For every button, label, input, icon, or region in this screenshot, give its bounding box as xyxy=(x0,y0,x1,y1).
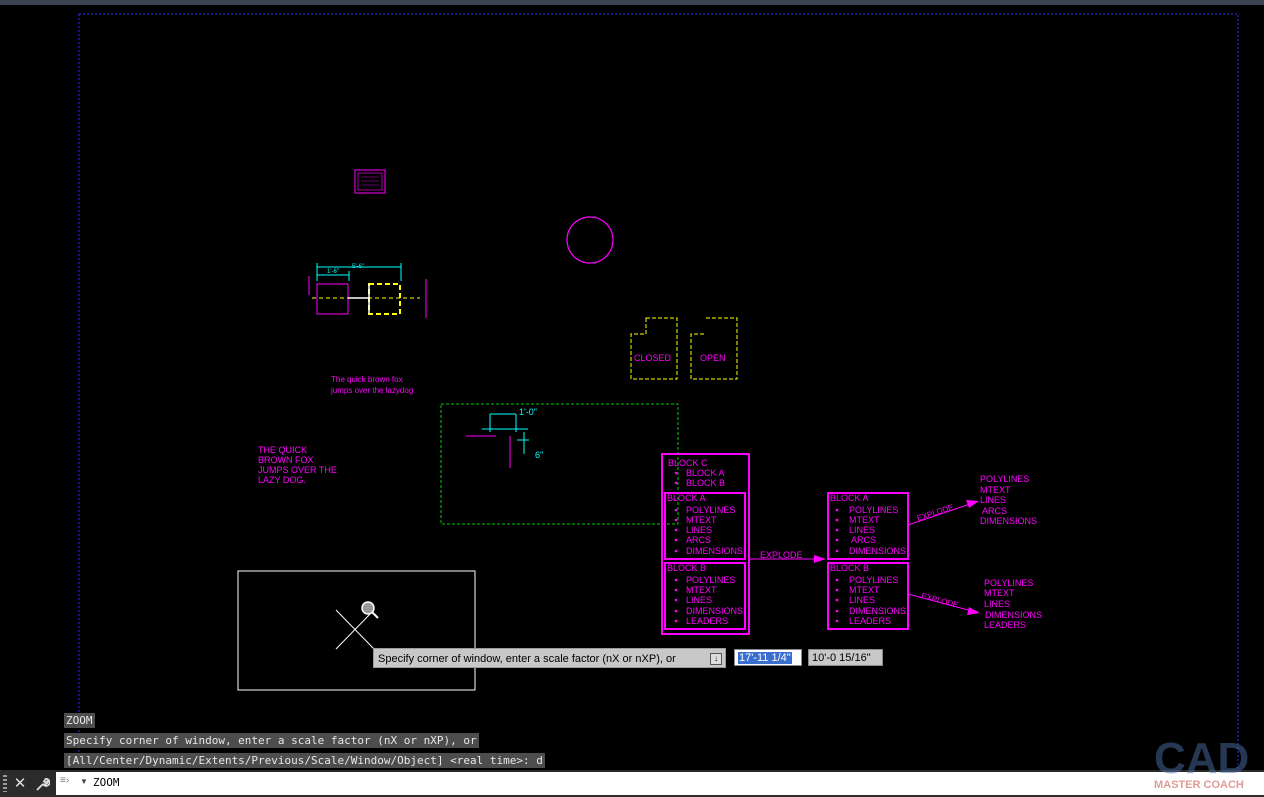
result-a-item: LINES xyxy=(980,495,1006,505)
command-history-line: ZOOM xyxy=(64,713,95,728)
block-a-item: MTEXT xyxy=(686,515,717,525)
zoom-window-rectangle xyxy=(237,570,476,691)
result-b-item: MTEXT xyxy=(984,588,1015,598)
logo-line-1: CAD xyxy=(1154,734,1249,783)
fox-text-line-2: jumps over the lazydog xyxy=(330,386,413,395)
closed-open-shapes: CLOSED OPEN xyxy=(630,317,738,380)
closed-label: CLOSED xyxy=(634,353,672,363)
result-a-list: POLYLINES MTEXT LINES ARCS DIMENSIONS xyxy=(980,474,1037,526)
result-a-item: MTEXT xyxy=(980,485,1011,495)
block-a2-item: MTEXT xyxy=(849,515,880,525)
dim-6in: 6" xyxy=(535,450,543,460)
exploded-blocks: BLOCK A POLYLINES MTEXT LINES ARCS DIMEN… xyxy=(827,492,909,630)
cad-master-coach-logo: CAD MASTER COACH xyxy=(1154,734,1249,791)
block-b-item: LEADERS xyxy=(686,616,728,626)
recent-commands-icon[interactable]: ≡› xyxy=(60,775,69,786)
result-b-item: DIMENSIONS xyxy=(985,610,1042,620)
close-icon[interactable]: ✕ xyxy=(11,774,29,793)
block-a2-item: LINES xyxy=(849,525,875,535)
green-dashed-region: 1'-0" 6" xyxy=(440,403,679,525)
dim-1ft: 1'-0" xyxy=(519,407,537,417)
command-history-line: [All/Center/Dynamic/Extents/Previous/Sca… xyxy=(64,753,545,768)
block-b2-item: MTEXT xyxy=(849,585,880,595)
result-a-item: ARCS xyxy=(982,506,1007,516)
result-b-item: LINES xyxy=(984,599,1010,609)
block-a2-item: ARCS xyxy=(851,535,876,545)
block-a-title: BLOCK A xyxy=(667,493,706,503)
block-b2-item: LEADERS xyxy=(849,616,891,626)
block-b2-item: DIMENSIONS xyxy=(849,606,906,616)
result-b-list: POLYLINES MTEXT LINES DIMENSIONS LEADERS xyxy=(984,578,1042,630)
block-c-item: BLOCK A xyxy=(686,468,725,478)
magenta-circle xyxy=(566,216,614,264)
block-b-item: DIMENSIONS xyxy=(686,606,743,616)
block-a2-item: DIMENSIONS xyxy=(849,546,906,556)
fox-caps-line-3: JUMPS OVER THE xyxy=(258,465,337,475)
explode-result-arrows: EXPLODE EXPLODE xyxy=(907,500,980,615)
dimensioned-assembly: 1'-6" 5'-6" xyxy=(308,263,427,318)
explode-arrow: EXPLODE xyxy=(749,550,826,563)
fox-text-line-1: The quick brown fox xyxy=(331,375,403,384)
block-a-item: ARCS xyxy=(686,535,711,545)
command-input[interactable]: ≡› ▼ ZOOM xyxy=(56,772,1264,795)
result-a-item: DIMENSIONS xyxy=(980,516,1037,526)
explode-label: EXPLODE xyxy=(760,550,803,560)
dynamic-input-field-2[interactable]: 10'-0 15/16" xyxy=(808,649,883,666)
logo-line-2: MASTER COACH xyxy=(1154,779,1244,791)
grip-icon[interactable] xyxy=(3,775,7,792)
result-a-item: POLYLINES xyxy=(980,474,1029,484)
dynamic-input-prompt: Specify corner of window, enter a scale … xyxy=(373,648,726,668)
block-b-item: LINES xyxy=(686,595,712,605)
dim-small-1: 1'-6" xyxy=(327,269,339,275)
dynamic-input-value-1: 17'-11 1/4" xyxy=(738,652,792,664)
command-input-value: ZOOM xyxy=(93,776,120,789)
download-arrow-icon[interactable]: ↓ xyxy=(710,653,722,665)
block-a2-item: POLYLINES xyxy=(849,505,898,515)
block-b-title: BLOCK B xyxy=(667,563,706,573)
block-b-item: POLYLINES xyxy=(686,575,735,585)
chevron-down-icon[interactable]: ▼ xyxy=(80,777,88,786)
block-b-item: MTEXT xyxy=(686,585,717,595)
block-c-title: BLOCK C xyxy=(668,458,708,468)
open-label: OPEN xyxy=(700,353,726,363)
block-b2-title: BLOCK B xyxy=(830,563,869,573)
fox-caps-line-1: THE QUICK xyxy=(258,445,307,455)
dim-small-2: 5'-6" xyxy=(352,264,364,270)
result-b-item: LEADERS xyxy=(984,620,1026,630)
block-c-item: BLOCK B xyxy=(686,478,725,488)
magnifier-cursor-icon xyxy=(361,601,379,619)
thumbnail-block xyxy=(354,169,386,194)
command-history-line: Specify corner of window, enter a scale … xyxy=(64,733,479,748)
fox-caps-line-4: LAZY DOG. xyxy=(258,475,306,485)
dynamic-prompt-text: Specify corner of window, enter a scale … xyxy=(378,653,676,665)
block-a2-title: BLOCK A xyxy=(830,493,869,503)
block-a-item: LINES xyxy=(686,525,712,535)
block-b2-item: POLYLINES xyxy=(849,575,898,585)
block-b2-item: LINES xyxy=(849,595,875,605)
block-a-item: DIMENSIONS xyxy=(686,546,743,556)
block-a-item: POLYLINES xyxy=(686,505,735,515)
command-line-bar: ✕ ≡› ▼ ZOOM xyxy=(0,770,1264,797)
explode-a-label: EXPLODE xyxy=(916,503,955,523)
result-b-item: POLYLINES xyxy=(984,578,1033,588)
dynamic-input-field-1[interactable]: 17'-11 1/4" xyxy=(734,649,802,666)
wrench-icon[interactable] xyxy=(33,774,51,793)
fox-caps-line-2: BROWN FOX xyxy=(258,455,314,465)
block-c-diagram: BLOCK C BLOCK A BLOCK B BLOCK A POLYLINE… xyxy=(661,453,750,635)
explode-b-label: EXPLODE xyxy=(920,591,959,609)
